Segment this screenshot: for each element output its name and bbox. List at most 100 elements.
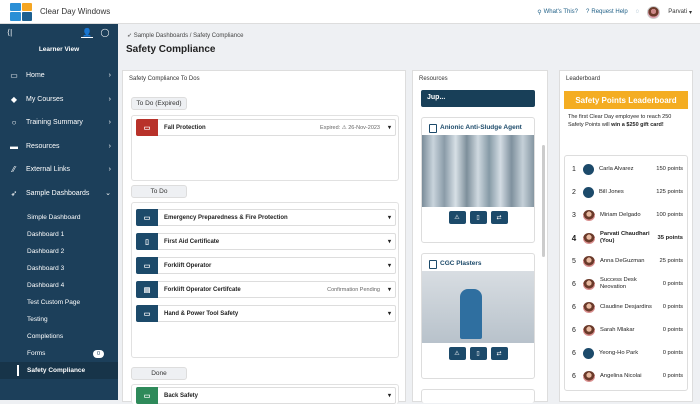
rank: 6	[572, 303, 576, 311]
sidebar-item-label: Home	[26, 72, 45, 80]
chat-icon[interactable]: ◌	[636, 9, 640, 15]
document-icon[interactable]: ▯	[469, 347, 487, 360]
resource-card[interactable]: CGC Plasters ⚠ ▯ ⇄	[421, 253, 535, 379]
chevron-down-icon[interactable]: ▾	[388, 286, 391, 293]
sidebar-subitem-test-custom-page[interactable]: Test Custom Page	[0, 294, 118, 311]
chevron-down-icon[interactable]: ▾	[388, 214, 391, 221]
warning-icon[interactable]: ⚠	[448, 347, 466, 360]
done-group: ▭ Back Safety ▾	[131, 384, 399, 404]
whats-this-link[interactable]: ⚲ What's This?	[537, 9, 578, 16]
chevron-down-icon[interactable]: ▾	[388, 392, 391, 399]
leaderboard-list: 1 Carla Alvarez 150 points 2 Bill Jones 125 …	[564, 155, 688, 391]
sidebar-item-sample-dashboards[interactable]: ➶ Sample Dashboards ⌄	[0, 182, 118, 206]
upload-icon: ▤	[136, 281, 158, 298]
sidebar-subitem-label: Dashboard 2	[27, 248, 65, 255]
sidebar-item-my-courses[interactable]: ◆ My Courses ›	[0, 88, 118, 112]
leader-name: Yeong-Ho Park	[599, 349, 639, 356]
chevron-down-icon[interactable]: ▾	[388, 124, 391, 131]
leaderboard-desc-prize: win a $250 gift card!	[611, 122, 664, 128]
leader-points: 0 points	[662, 327, 683, 333]
expired-group-label: To Do (Expired)	[131, 97, 187, 110]
leader-name: Sarah Mlakar	[600, 326, 635, 333]
sidebar-item-home[interactable]: ▭ Home ›	[0, 64, 118, 88]
user-menu[interactable]: Parvati ▾	[668, 9, 692, 16]
todo-item-status: Expired: ⚠ 26-Nov-2023	[320, 124, 380, 131]
leader-points: 150 points	[656, 166, 683, 172]
rank: 1	[572, 165, 576, 173]
todo-item[interactable]: ▭ Hand & Power Tool Safety ▾	[136, 305, 396, 322]
todo-item-name: First Aid Certificate	[164, 238, 220, 245]
sidebar-item-label: Sample Dashboards	[26, 189, 90, 197]
resource-title: Anionic Anti-Sludge Agent	[422, 118, 534, 135]
sidebar-subitem-completions[interactable]: Completions	[0, 328, 118, 345]
leader-points: 35 points	[657, 235, 683, 241]
chevron-right-icon: ›	[108, 142, 111, 150]
rank: 5	[572, 257, 576, 265]
sidebar-subitem-label: Testing	[27, 316, 48, 323]
sidebar-subitem-simple-dashboard[interactable]: Simple Dashboard	[0, 209, 118, 226]
todo-item-done[interactable]: ▭ Back Safety ▾	[136, 387, 396, 404]
resource-card[interactable]: Anionic Anti-Sludge Agent ⚠ ▯ ⇄	[421, 117, 535, 243]
todo-item-name: Forklift Operator Certifcate	[164, 286, 241, 293]
sidebar-subitem-label: Forms	[27, 350, 46, 357]
todos-header: Safety Compliance To Dos	[129, 76, 200, 82]
todo-item-status: Confirmation Pending	[327, 286, 380, 293]
leader-points: 0 points	[662, 373, 683, 379]
resources-header: Resources	[419, 76, 448, 82]
sample-dashboards-icon: ➶	[127, 33, 134, 39]
sidebar-subitem-safety-compliance[interactable]: Safety Compliance	[0, 362, 118, 379]
todo-item[interactable]: ▤ Forklift Operator Certifcate Confirmatio…	[136, 281, 396, 298]
avatar[interactable]	[647, 5, 661, 19]
leader-name: Angelina Nicolai	[600, 372, 642, 379]
chevron-down-icon[interactable]: ▾	[388, 262, 391, 269]
resource-card[interactable]	[421, 389, 535, 403]
sidebar-subitem-dashboard-1[interactable]: Dashboard 1	[0, 226, 118, 243]
warning-icon[interactable]: ⚠	[448, 211, 466, 224]
todo-item-name: Fall Protection	[164, 124, 206, 131]
user-icon	[583, 186, 594, 198]
leaderboard-title: Safety Points Leaderboard	[564, 91, 688, 109]
todo-item[interactable]: ▭ Emergency Preparedness & Fire Protectio…	[136, 209, 396, 226]
link-icon[interactable]: ⇄	[490, 211, 508, 224]
leaderboard-row: 6 Sarah Mlakar 0 points	[565, 319, 689, 341]
avatar	[583, 324, 595, 336]
todo-item[interactable]: ▯ First Aid Certificate ▾	[136, 233, 396, 250]
sidebar-subitem-dashboard-2[interactable]: Dashboard 2	[0, 243, 118, 260]
todos-panel: Safety Compliance To Dos To Do (Expired)…	[122, 70, 406, 404]
sidebar-subitem-label: Completions	[27, 333, 64, 340]
sidebar-subitem-testing[interactable]: Testing	[0, 311, 118, 328]
sidebar-item-label: My Courses	[26, 95, 64, 103]
sidebar-item-resources[interactable]: ▬ Resources ›	[0, 135, 118, 159]
link-icon[interactable]: ⇄	[490, 347, 508, 360]
sidebar-subitem-label: Dashboard 4	[27, 282, 65, 289]
chevron-right-icon: ›	[108, 119, 111, 127]
rank: 6	[572, 372, 576, 380]
document-icon[interactable]: ▯	[469, 211, 487, 224]
user-icon	[583, 163, 594, 175]
sidebar-subitem-dashboard-4[interactable]: Dashboard 4	[0, 277, 118, 294]
sidebar-subitem-dashboard-3[interactable]: Dashboard 3	[0, 260, 118, 277]
sidebar-subitem-label: Test Custom Page	[27, 299, 81, 306]
chevron-down-icon[interactable]: ▾	[388, 310, 391, 317]
leader-points: 0 points	[662, 281, 683, 287]
learner-view-icon[interactable]: 👤	[81, 28, 93, 38]
request-help-link[interactable]: ? Request Help	[586, 9, 628, 15]
sidebar-subitem-forms[interactable]: Forms 0	[0, 345, 118, 362]
resource-filter-select[interactable]: Jup...	[421, 90, 535, 107]
rank: 4	[571, 233, 577, 243]
chevron-down-icon[interactable]: ▾	[388, 238, 391, 245]
todo-item[interactable]: ▭ Forklift Operator ▾	[136, 257, 396, 274]
scrollbar[interactable]	[542, 145, 545, 257]
rank: 6	[572, 349, 576, 357]
app-name: Clear Day Windows	[40, 7, 111, 16]
avatar	[583, 301, 595, 313]
sidebar-item-external-links[interactable]: ⁄⁄ External Links ›	[0, 158, 118, 182]
collapse-sidebar-icon[interactable]: ⟨|	[7, 28, 12, 37]
todo-item-expired[interactable]: ▭ Fall Protection Expired: ⚠ 26-Nov-2023…	[136, 119, 396, 136]
leaderboard-row: 2 Bill Jones 125 points	[565, 181, 689, 203]
leader-name: Anna DeGuzman	[600, 257, 645, 264]
leaderboard-row: 6 Angelina Nicolai 0 points	[565, 365, 689, 387]
sidebar-item-training-summary[interactable]: ○ Training Summary ›	[0, 111, 118, 135]
chat-bubble-icon[interactable]: ◯	[99, 28, 111, 38]
breadcrumb[interactable]: ➶ Sample Dashboards / Safety Compliance	[127, 32, 243, 39]
